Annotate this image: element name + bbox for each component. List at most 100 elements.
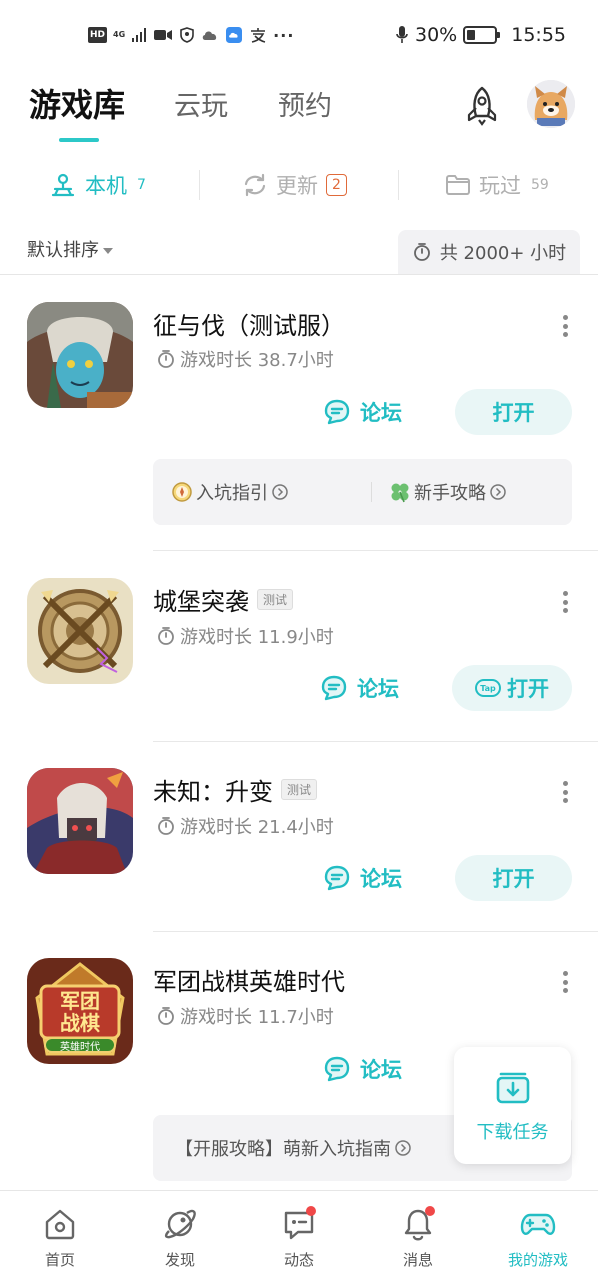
playtime: 游戏时长 21.4小时 (156, 813, 334, 839)
avatar-dog-icon (527, 80, 575, 128)
guide-link-entry-label: 入坑指引 (196, 483, 268, 504)
network-type: 4G (113, 30, 126, 39)
battery-percent: 30% (415, 24, 458, 46)
header: 游戏库 云玩 预约 (0, 70, 598, 150)
game-icon[interactable]: 军团 战棋 英雄时代 (27, 958, 133, 1064)
game-icon[interactable] (27, 302, 133, 408)
forum-chat-icon (324, 865, 350, 891)
microphone-icon (396, 26, 408, 43)
nav-home[interactable]: 首页 (10, 1205, 110, 1270)
more-options-button[interactable] (556, 312, 574, 340)
game-art-text: 军团 战棋 (60, 989, 100, 1035)
nav-discover[interactable]: 发现 (130, 1205, 230, 1270)
tab-reservations[interactable]: 预约 (278, 84, 332, 123)
download-box-icon (496, 1072, 529, 1103)
game-icon[interactable] (27, 578, 133, 684)
open-game-button[interactable]: 打开 (455, 389, 572, 435)
folder-icon (446, 175, 470, 195)
subtab-updates-label: 更新 (276, 174, 318, 198)
taptap-icon: Tap (475, 679, 501, 697)
more-notifications: ··· (273, 25, 295, 45)
stopwatch-icon (158, 1007, 174, 1025)
subtab-played[interactable]: 玩过 59 (445, 168, 549, 202)
open-game-button[interactable]: Tap 打开 (452, 665, 572, 711)
subtab-updates[interactable]: 更新 2 (242, 168, 347, 202)
divider (398, 170, 399, 200)
nav-messages[interactable]: 消息 (368, 1205, 468, 1270)
forum-button[interactable]: 论坛 (322, 1049, 402, 1089)
game-card: 城堡突袭 测试 游戏时长 11.9小时 论坛 Tap 打开 (0, 552, 598, 742)
divider (153, 550, 598, 551)
game-icon[interactable] (27, 768, 133, 874)
forum-label: 论坛 (360, 401, 402, 425)
forum-button[interactable]: 论坛 (319, 668, 399, 708)
divider (199, 170, 200, 200)
forum-label: 论坛 (360, 867, 402, 891)
nav-feed[interactable]: 动态 (249, 1205, 349, 1270)
playtime-text: 游戏时长 11.9小时 (180, 627, 334, 648)
playtime-text: 游戏时长 38.7小时 (180, 350, 334, 371)
guide-panel: 入坑指引 新手攻略 (153, 459, 572, 525)
tab-game-library[interactable]: 游戏库 (29, 80, 125, 126)
clover-icon (391, 483, 409, 503)
forum-button[interactable]: 论坛 (322, 392, 402, 432)
game-title[interactable]: 军团战棋英雄时代 (153, 962, 345, 997)
game-card: 未知：升变 测试 游戏时长 21.4小时 论坛 打开 (0, 742, 598, 932)
bell-icon (399, 1205, 437, 1243)
video-camera-icon (154, 30, 173, 40)
total-playtime: 共 2000+ 小时 (398, 230, 580, 274)
rocket-icon[interactable] (460, 84, 504, 128)
game-title[interactable]: 城堡突袭 测试 (153, 582, 294, 617)
guide-link-server-launch[interactable]: 【开服攻略】萌新入坑指南 (175, 1135, 412, 1161)
game-title-text: 征与伐（测试服） (153, 312, 345, 340)
total-playtime-text: 共 2000+ 小时 (439, 243, 567, 264)
guide-link-beginner[interactable]: 新手攻略 (389, 479, 507, 505)
game-art-icon (27, 768, 133, 874)
more-options-button[interactable] (556, 968, 574, 996)
subtab-local-count: 7 (137, 177, 146, 193)
gamepad-icon (519, 1205, 557, 1243)
tab-cloud-play[interactable]: 云玩 (174, 84, 228, 123)
playtime-text: 游戏时长 21.4小时 (180, 817, 334, 838)
bottom-nav: 首页 发现 动态 消息 我的游戏 (0, 1190, 598, 1280)
stopwatch-icon (158, 350, 174, 368)
nav-discover-label: 发现 (164, 1251, 195, 1269)
open-game-button[interactable]: 打开 (455, 855, 572, 901)
clock: 15:55 (511, 24, 566, 46)
open-label: 打开 (507, 677, 549, 701)
chevron-circle-icon (272, 484, 288, 500)
compass-icon (172, 482, 192, 502)
forum-label: 论坛 (360, 1058, 402, 1082)
playtime: 游戏时长 38.7小时 (156, 346, 334, 372)
forum-chat-icon (324, 399, 350, 425)
test-tag: 测试 (257, 589, 294, 610)
sort-dropdown[interactable]: 默认排序 (27, 236, 113, 262)
active-tab-indicator (59, 138, 99, 142)
more-options-button[interactable] (556, 588, 574, 616)
hd-icon: HD (88, 27, 108, 43)
subtab-local[interactable]: 本机 7 (49, 168, 146, 202)
playtime: 游戏时长 11.9小时 (156, 623, 334, 649)
game-card: 征与伐（测试服） 游戏时长 38.7小时 论坛 打开 入坑指引 新手攻略 (0, 276, 598, 551)
game-art-icon (27, 302, 133, 408)
forum-button[interactable]: 论坛 (322, 858, 402, 898)
avatar[interactable] (527, 80, 575, 128)
more-options-button[interactable] (556, 778, 574, 806)
chevron-circle-icon (490, 484, 506, 500)
guide-link-entry[interactable]: 入坑指引 (171, 479, 289, 505)
nav-my-games[interactable]: 我的游戏 (488, 1205, 588, 1270)
nav-feed-label: 动态 (283, 1251, 314, 1269)
unread-dot (425, 1206, 435, 1216)
guide-link-beginner-label: 新手攻略 (414, 483, 486, 504)
cloud-app-icon (226, 27, 243, 43)
battery-icon (463, 26, 501, 44)
nav-my-games-label: 我的游戏 (507, 1251, 568, 1269)
game-title[interactable]: 未知：升变 测试 (153, 772, 318, 807)
subtab-played-count: 59 (531, 177, 549, 193)
forum-chat-icon (324, 1056, 350, 1082)
stopwatch-icon (158, 627, 174, 645)
game-title[interactable]: 征与伐（测试服） (153, 306, 345, 341)
planet-icon (161, 1205, 199, 1243)
download-tasks-button[interactable]: 下载任务 (454, 1047, 571, 1164)
guide-link-label: 【开服攻略】萌新入坑指南 (175, 1139, 391, 1160)
